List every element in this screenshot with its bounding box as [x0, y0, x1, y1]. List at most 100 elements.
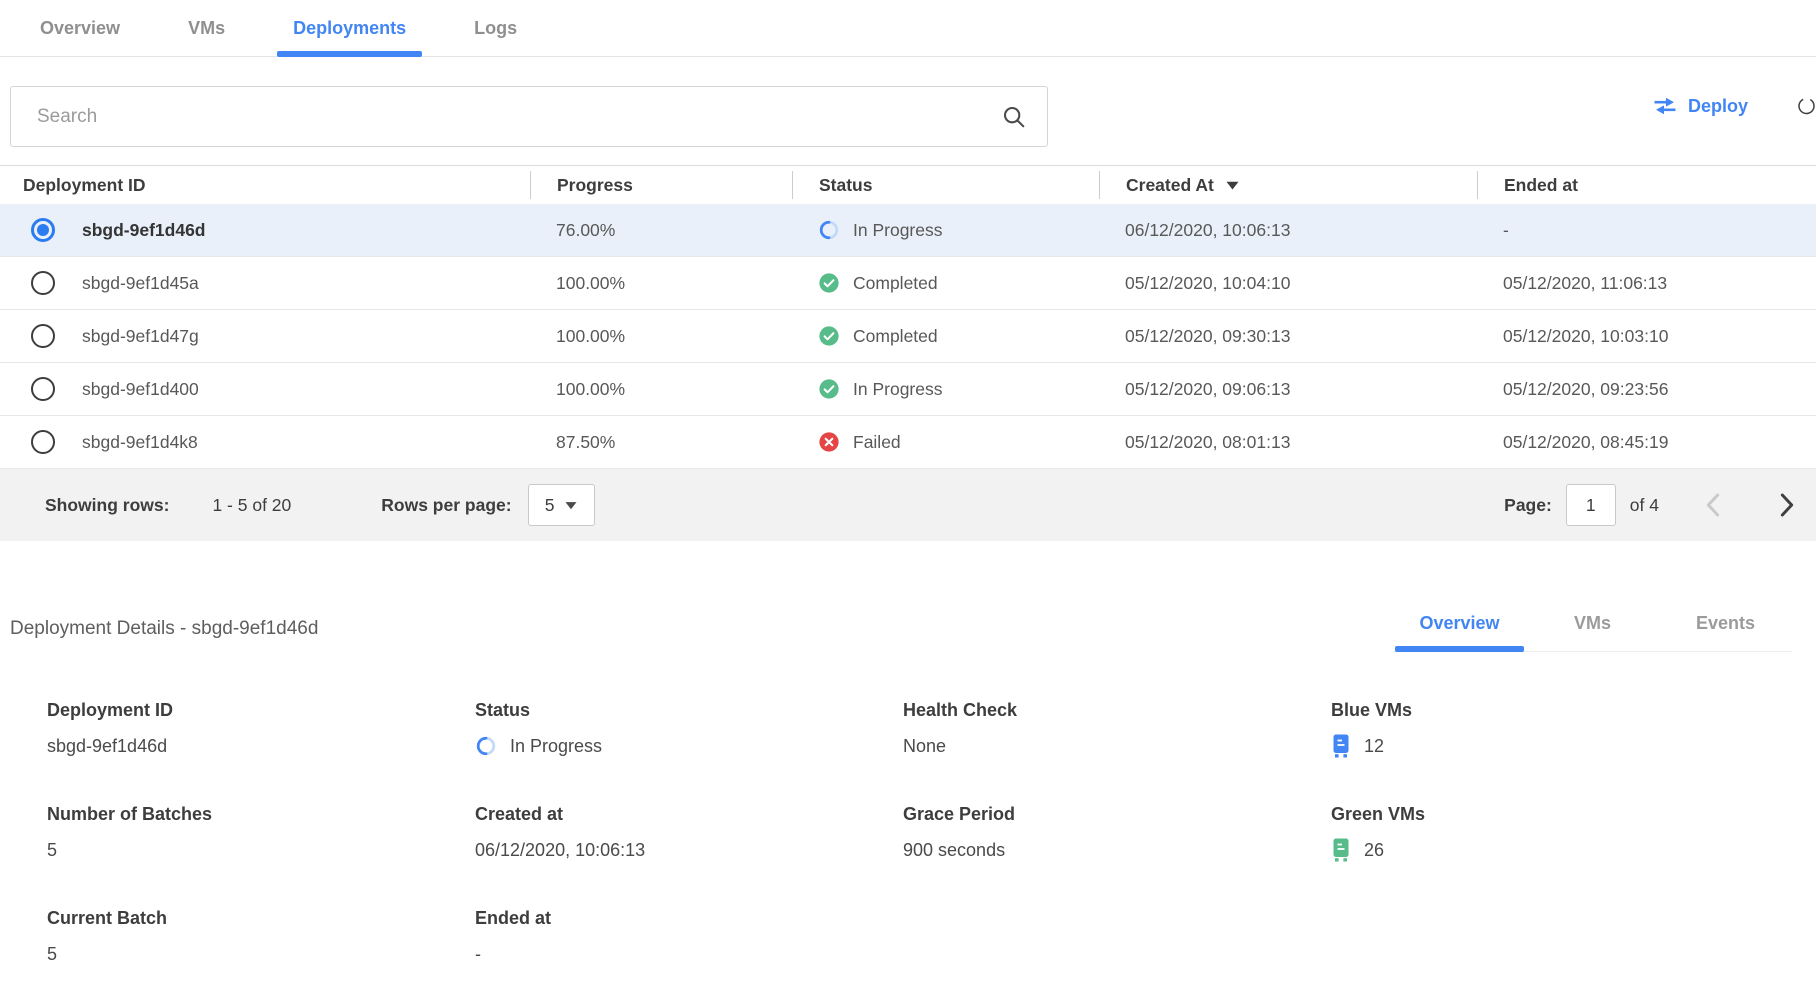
- field-grace-period: Grace Period 900 seconds: [903, 804, 1331, 908]
- field-blue-vms: Blue VMs 12: [1331, 700, 1759, 804]
- ended-at-value: 05/12/2020, 10:03:10: [1477, 326, 1816, 347]
- field-value: None: [903, 734, 1331, 758]
- status-label: Completed: [853, 273, 938, 294]
- ended-at-value: 05/12/2020, 11:06:13: [1477, 273, 1816, 294]
- status-label: Completed: [853, 326, 938, 347]
- tab-vms[interactable]: VMs: [172, 0, 241, 56]
- status-label: Failed: [853, 432, 901, 453]
- rows-per-page-label: Rows per page:: [381, 495, 511, 516]
- search-input[interactable]: [11, 87, 1001, 146]
- search-box: [10, 86, 1048, 147]
- status-label: In Progress: [853, 220, 942, 241]
- progress-value: 100.00%: [530, 273, 792, 294]
- field-value: 12: [1364, 736, 1384, 757]
- page-label: Page:: [1504, 495, 1552, 516]
- deploy-button-label: Deploy: [1688, 96, 1748, 117]
- failed-x-circle-icon: [818, 431, 840, 453]
- field-value: -: [475, 942, 903, 966]
- status-label: In Progress: [853, 379, 942, 400]
- field-health-check: Health Check None: [903, 700, 1331, 804]
- refresh-icon[interactable]: [1797, 86, 1816, 126]
- field-number-of-batches: Number of Batches 5: [47, 804, 475, 908]
- field-created-at: Created at 06/12/2020, 10:06:13: [475, 804, 903, 908]
- check-circle-icon: [818, 272, 840, 294]
- field-label: Deployment ID: [47, 700, 475, 721]
- field-label: Grace Period: [903, 804, 1331, 825]
- next-page-button[interactable]: [1779, 493, 1795, 517]
- progress-value: 87.50%: [530, 432, 792, 453]
- chevron-left-icon: [1705, 493, 1721, 517]
- field-status: Status In Progress: [475, 700, 903, 804]
- showing-rows-value: 1 - 5 of 20: [212, 495, 291, 516]
- radio-button[interactable]: [31, 271, 55, 295]
- deployments-table: Deployment ID Progress Status Created At…: [0, 165, 1816, 469]
- details-grid: Deployment ID sbgd-9ef1d46d Status In Pr…: [47, 700, 1759, 992]
- tab-logs[interactable]: Logs: [458, 0, 533, 56]
- chevron-down-icon: [565, 501, 577, 510]
- field-value: 06/12/2020, 10:06:13: [475, 838, 903, 862]
- in-progress-spinner-icon: [818, 219, 840, 241]
- table-row[interactable]: sbgd-9ef1d46d 76.00% In Progress 06/12/2…: [0, 204, 1816, 257]
- table-row[interactable]: sbgd-9ef1d45a 100.00% Completed 05/12/20…: [0, 257, 1816, 310]
- details-grid-spacer: [1331, 908, 1759, 992]
- table-row[interactable]: sbgd-9ef1d4k8 87.50% Failed 05/12/2020, …: [0, 416, 1816, 469]
- table-footer: Showing rows: 1 - 5 of 20 Rows per page:…: [0, 469, 1816, 541]
- field-label: Ended at: [475, 908, 903, 929]
- details-tab-overview[interactable]: Overview: [1393, 600, 1526, 651]
- table-row[interactable]: sbgd-9ef1d47g 100.00% Completed 05/12/20…: [0, 310, 1816, 363]
- column-header-created-at[interactable]: Created At: [1099, 171, 1477, 199]
- tab-overview[interactable]: Overview: [24, 0, 136, 56]
- progress-value: 76.00%: [530, 220, 792, 241]
- field-label: Health Check: [903, 700, 1331, 721]
- details-tab-events[interactable]: Events: [1659, 600, 1792, 651]
- top-tabs: Overview VMs Deployments Logs: [0, 0, 1816, 57]
- radio-button[interactable]: [31, 324, 55, 348]
- table-row[interactable]: sbgd-9ef1d400 100.00% In Progress 05/12/…: [0, 363, 1816, 416]
- column-header-status[interactable]: Status: [792, 171, 1099, 199]
- details-tab-vms[interactable]: VMs: [1526, 600, 1659, 651]
- column-header-created-at-label: Created At: [1126, 175, 1214, 196]
- showing-rows-label: Showing rows:: [45, 495, 169, 516]
- field-green-vms: Green VMs 26: [1331, 804, 1759, 908]
- created-at-value: 05/12/2020, 09:30:13: [1099, 326, 1477, 347]
- details-grid-spacer: [903, 908, 1331, 992]
- field-value: 26: [1364, 840, 1384, 861]
- field-label: Created at: [475, 804, 903, 825]
- progress-value: 100.00%: [530, 379, 792, 400]
- field-label: Green VMs: [1331, 804, 1759, 825]
- page-total-label: of 4: [1630, 495, 1659, 516]
- deployment-id: sbgd-9ef1d46d: [82, 220, 206, 241]
- field-label: Current Batch: [47, 908, 475, 929]
- ended-at-value: 05/12/2020, 09:23:56: [1477, 379, 1816, 400]
- field-value: sbgd-9ef1d46d: [47, 734, 475, 758]
- tab-deployments[interactable]: Deployments: [277, 0, 422, 56]
- previous-page-button[interactable]: [1705, 493, 1721, 517]
- ended-at-value: 05/12/2020, 08:45:19: [1477, 432, 1816, 453]
- field-ended-at: Ended at -: [475, 908, 903, 992]
- vm-server-blue-icon: [1331, 734, 1351, 758]
- deploy-button[interactable]: Deploy: [1652, 86, 1748, 126]
- in-progress-spinner-icon: [475, 735, 497, 757]
- field-label: Status: [475, 700, 903, 721]
- field-value: 5: [47, 838, 475, 862]
- deployment-id: sbgd-9ef1d4k8: [82, 432, 198, 453]
- radio-button-selected[interactable]: [31, 218, 55, 242]
- radio-button[interactable]: [31, 430, 55, 454]
- page-controls: Page: of 4: [1504, 484, 1795, 526]
- vm-server-green-icon: [1331, 838, 1351, 862]
- rows-per-page-select[interactable]: 5: [528, 484, 595, 526]
- field-label: Number of Batches: [47, 804, 475, 825]
- field-deployment-id: Deployment ID sbgd-9ef1d46d: [47, 700, 475, 804]
- column-header-deployment-id[interactable]: Deployment ID: [0, 171, 530, 199]
- page-input[interactable]: [1566, 484, 1616, 526]
- column-header-progress[interactable]: Progress: [530, 171, 792, 199]
- details-tabs: Overview VMs Events: [1393, 600, 1792, 652]
- field-current-batch: Current Batch 5: [47, 908, 475, 992]
- progress-value: 100.00%: [530, 326, 792, 347]
- field-value: 5: [47, 942, 475, 966]
- radio-button[interactable]: [31, 377, 55, 401]
- rows-per-page-value: 5: [545, 495, 555, 516]
- deployment-id: sbgd-9ef1d400: [82, 379, 199, 400]
- column-header-ended-at[interactable]: Ended at: [1477, 171, 1816, 199]
- swap-arrows-icon: [1652, 96, 1678, 116]
